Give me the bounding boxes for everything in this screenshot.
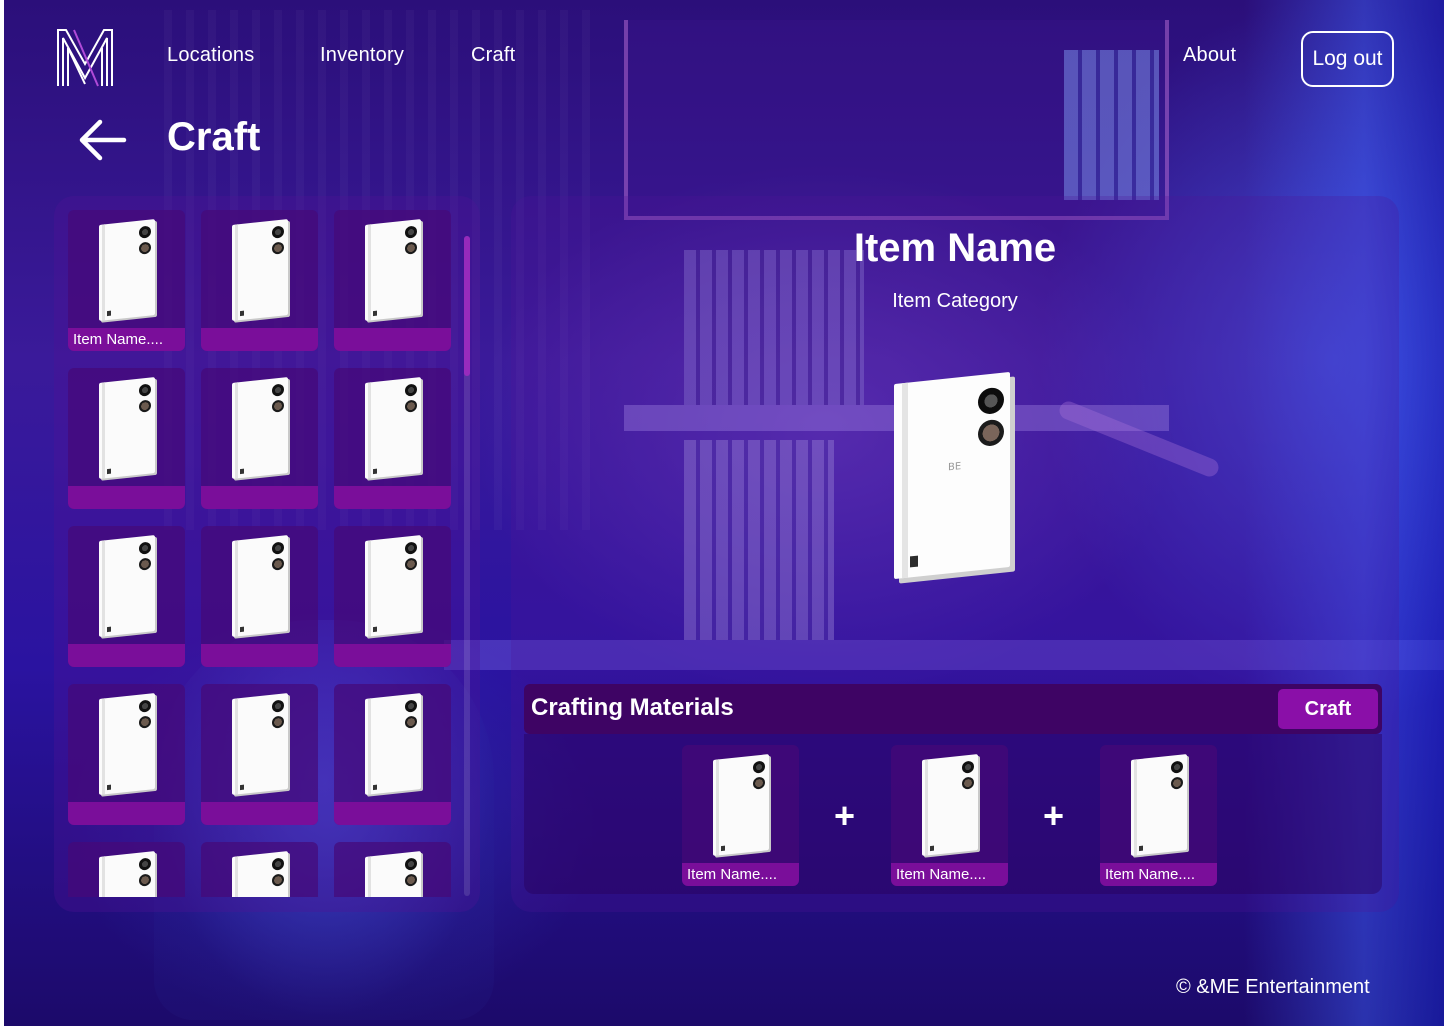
album-icon bbox=[232, 851, 288, 897]
item-card[interactable] bbox=[201, 684, 318, 825]
material-card[interactable]: Item Name.... bbox=[891, 745, 1008, 886]
album-icon bbox=[365, 377, 421, 479]
item-card[interactable] bbox=[334, 368, 451, 509]
craft-button[interactable]: Craft bbox=[1278, 689, 1378, 729]
album-icon bbox=[232, 693, 288, 795]
item-card[interactable] bbox=[201, 210, 318, 351]
album-icon: BE bbox=[894, 371, 1010, 580]
item-card[interactable] bbox=[201, 368, 318, 509]
m-logo-icon[interactable] bbox=[54, 28, 116, 88]
plus-icon: + bbox=[1043, 795, 1065, 836]
page-title: Craft bbox=[167, 115, 261, 159]
item-card[interactable] bbox=[68, 526, 185, 667]
item-card[interactable]: Item Name.... bbox=[68, 210, 185, 351]
item-card[interactable] bbox=[334, 526, 451, 667]
background-books bbox=[1064, 50, 1159, 200]
app-background: Locations Inventory Craft About Log out … bbox=[4, 0, 1444, 1026]
material-card[interactable]: Item Name.... bbox=[1100, 745, 1217, 886]
item-card[interactable] bbox=[201, 526, 318, 667]
item-card[interactable] bbox=[334, 210, 451, 351]
album-icon bbox=[99, 851, 155, 897]
album-icon bbox=[99, 693, 155, 795]
item-card-label: Item Name.... bbox=[68, 328, 185, 351]
item-grid: Item Name.... bbox=[68, 210, 458, 897]
album-icon bbox=[99, 219, 155, 321]
album-icon bbox=[99, 535, 155, 637]
item-grid-panel: Item Name.... bbox=[54, 196, 480, 912]
plus-icon: + bbox=[834, 795, 856, 836]
item-card-label bbox=[334, 802, 451, 825]
copyright-text: © &ME Entertainment bbox=[1176, 976, 1370, 998]
background-shelf bbox=[624, 20, 1169, 220]
album-icon bbox=[365, 535, 421, 637]
material-card-label: Item Name.... bbox=[891, 863, 1008, 886]
item-name-heading: Item Name bbox=[853, 226, 1057, 270]
nav-craft[interactable]: Craft bbox=[471, 44, 515, 67]
album-icon bbox=[713, 754, 769, 856]
item-card[interactable] bbox=[201, 842, 318, 897]
material-card[interactable]: Item Name.... bbox=[682, 745, 799, 886]
item-card-label bbox=[334, 486, 451, 509]
album-icon bbox=[365, 693, 421, 795]
item-card-label bbox=[68, 486, 185, 509]
item-card[interactable] bbox=[68, 684, 185, 825]
material-card-label: Item Name.... bbox=[682, 863, 799, 886]
album-icon bbox=[1131, 754, 1187, 856]
crafting-materials-title: Crafting Materials bbox=[531, 694, 734, 721]
item-card-label bbox=[201, 644, 318, 667]
item-card[interactable] bbox=[334, 684, 451, 825]
item-card-label bbox=[201, 328, 318, 351]
item-card-label bbox=[68, 644, 185, 667]
album-icon bbox=[232, 377, 288, 479]
album-icon bbox=[232, 219, 288, 321]
item-card-label bbox=[334, 328, 451, 351]
album-icon bbox=[922, 754, 978, 856]
arrow-left-icon[interactable] bbox=[76, 118, 128, 162]
material-card-label: Item Name.... bbox=[1100, 863, 1217, 886]
item-card[interactable] bbox=[68, 368, 185, 509]
album-icon bbox=[365, 219, 421, 321]
item-card[interactable] bbox=[334, 842, 451, 897]
item-card-label bbox=[334, 644, 451, 667]
item-card-label bbox=[201, 486, 318, 509]
album-icon bbox=[232, 535, 288, 637]
nav-about[interactable]: About bbox=[1183, 44, 1236, 67]
grid-scrollbar-thumb[interactable] bbox=[464, 236, 470, 376]
item-card-label bbox=[68, 802, 185, 825]
album-icon bbox=[99, 377, 155, 479]
item-category-text: Item Category bbox=[892, 290, 1018, 312]
nav-locations[interactable]: Locations bbox=[167, 44, 254, 67]
nav-inventory[interactable]: Inventory bbox=[320, 44, 404, 67]
item-grid-scroll-area[interactable]: Item Name.... bbox=[68, 210, 458, 897]
album-icon bbox=[365, 851, 421, 897]
item-card[interactable] bbox=[68, 842, 185, 897]
logout-button[interactable]: Log out bbox=[1301, 31, 1394, 87]
item-card-label bbox=[201, 802, 318, 825]
